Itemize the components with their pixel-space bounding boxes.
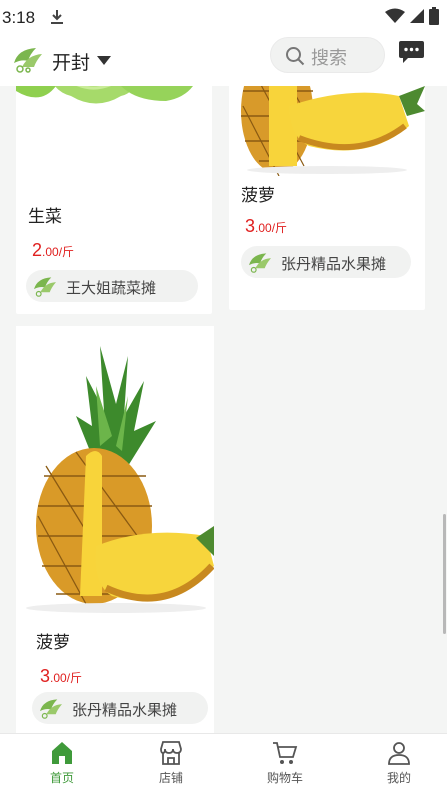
product-image	[16, 326, 214, 616]
tab-label: 我的	[386, 771, 411, 785]
scrollbar[interactable]	[443, 514, 446, 634]
signal-icon	[410, 9, 424, 23]
tab-home[interactable]: 首页	[17, 734, 107, 795]
product-card[interactable]: 菠萝 3.00/斤 张丹精品水果摊	[16, 326, 214, 733]
product-image	[229, 86, 425, 176]
shop-logo-icon	[34, 277, 56, 297]
top-bar: 开封 搜索	[0, 34, 447, 86]
bottom-tab-bar: 首页 店铺 购物车 我的	[0, 733, 447, 795]
pineapple-image	[26, 346, 214, 613]
product-card[interactable]: 菠萝 3.00/斤 张丹精品水果摊	[229, 86, 425, 310]
search-icon	[286, 47, 305, 66]
shop-name: 张丹精品水果摊	[281, 256, 387, 273]
product-price: 2.00/斤	[32, 240, 75, 260]
product-card[interactable]: 生菜 2.00/斤 王大姐蔬菜摊	[16, 86, 212, 314]
lettuce-image	[16, 86, 193, 104]
user-icon	[388, 742, 410, 765]
shop-tag[interactable]: 王大姐蔬菜摊	[26, 270, 198, 302]
city-dropdown-caret-icon[interactable]	[97, 56, 111, 65]
pineapple-image	[241, 86, 425, 176]
brand-logo-icon	[14, 48, 42, 73]
product-image	[16, 86, 212, 201]
cart-icon	[273, 742, 298, 764]
tab-label: 店铺	[158, 771, 183, 785]
tab-label: 首页	[49, 771, 74, 785]
battery-icon	[429, 7, 439, 25]
wifi-icon	[385, 8, 405, 23]
shop-name: 张丹精品水果摊	[72, 702, 178, 719]
product-price: 3.00/斤	[40, 666, 83, 686]
tab-label: 购物车	[266, 771, 303, 785]
shop-name: 王大姐蔬菜摊	[66, 280, 157, 297]
download-icon	[51, 10, 63, 24]
product-feed[interactable]: 生菜 2.00/斤 王大姐蔬菜摊 菠萝 3.00/斤 张丹精品水果摊 菠萝 3.…	[0, 86, 447, 733]
city-selector[interactable]: 开封	[52, 48, 90, 75]
shop-tag[interactable]: 张丹精品水果摊	[241, 246, 411, 278]
status-time: 3:18	[2, 8, 36, 27]
home-icon	[52, 742, 72, 764]
product-name: 菠萝	[36, 633, 70, 652]
shop-logo-icon	[249, 253, 271, 273]
shop-logo-icon	[40, 699, 62, 719]
tab-store[interactable]: 店铺	[126, 734, 216, 795]
shop-tag[interactable]: 张丹精品水果摊	[32, 692, 208, 724]
product-name: 菠萝	[241, 186, 275, 205]
product-name: 生菜	[28, 207, 62, 226]
search-box[interactable]: 搜索	[270, 37, 385, 73]
message-icon[interactable]	[398, 40, 425, 64]
search-placeholder: 搜索	[311, 48, 347, 68]
status-bar: 3:18	[0, 0, 447, 34]
store-icon	[160, 741, 182, 765]
tab-profile[interactable]: 我的	[354, 734, 444, 795]
product-price: 3.00/斤	[245, 216, 288, 236]
tab-cart[interactable]: 购物车	[240, 734, 330, 795]
